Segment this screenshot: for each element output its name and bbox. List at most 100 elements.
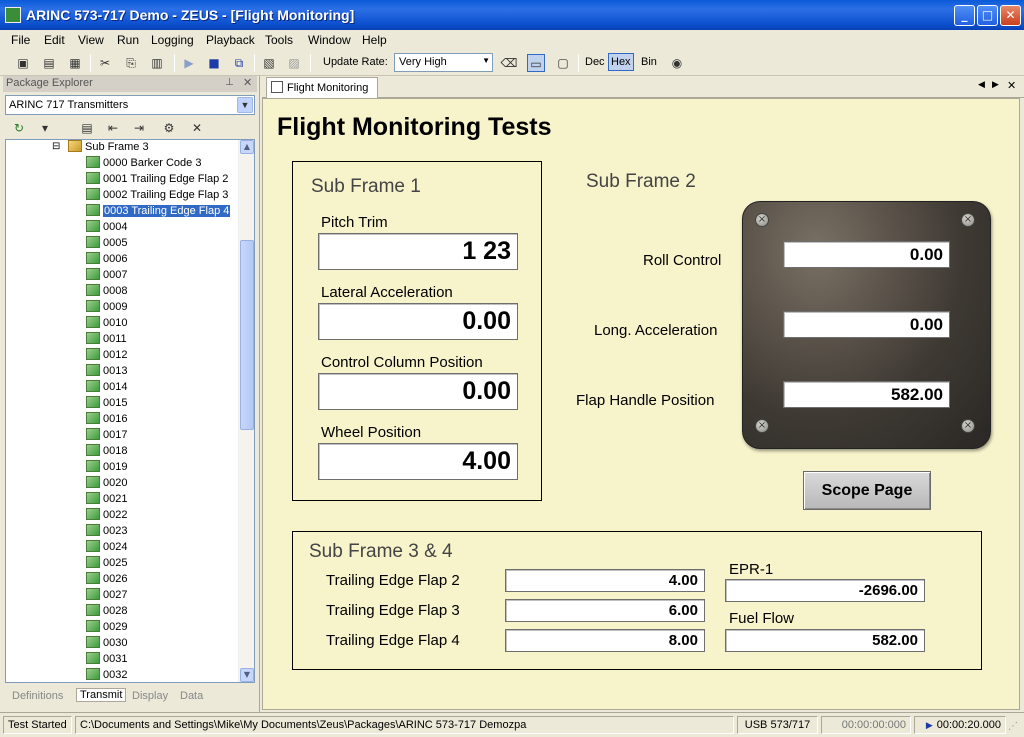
- menu-window[interactable]: Window: [308, 33, 351, 47]
- tree-item[interactable]: 0031: [86, 652, 127, 667]
- menu-tools[interactable]: Tools: [265, 33, 293, 47]
- filter-icon[interactable]: ▾: [36, 119, 54, 137]
- camera-icon[interactable]: ◉: [668, 54, 686, 72]
- refresh-icon[interactable]: ↻: [10, 119, 28, 137]
- properties-icon[interactable]: ▤: [78, 119, 96, 137]
- hex-button[interactable]: Hex: [608, 53, 634, 71]
- menu-view[interactable]: View: [78, 33, 104, 47]
- tree-item[interactable]: 0012: [86, 348, 127, 363]
- transmitter-select-value: ARINC 717 Transmitters: [9, 99, 129, 111]
- control-column-position-value: 0.00: [318, 373, 518, 410]
- tree-item[interactable]: 0029: [86, 620, 127, 635]
- long-acceleration-value: 0.00: [783, 311, 950, 338]
- close-button[interactable]: ✕: [1000, 5, 1021, 26]
- tree-node-sub-frame-3[interactable]: Sub Frame 3: [68, 140, 149, 155]
- parameter-icon: [86, 668, 100, 680]
- step-icon[interactable]: ⧉: [230, 54, 248, 72]
- document-copy-icon[interactable]: ▨: [285, 54, 303, 72]
- scroll-up-icon[interactable]: ▲: [240, 140, 254, 154]
- tree-item[interactable]: 0001 Trailing Edge Flap 2: [86, 172, 228, 187]
- tree-item[interactable]: 0023: [86, 524, 127, 539]
- stop-icon[interactable]: ■: [205, 54, 223, 72]
- tab-definitions[interactable]: Definitions: [12, 690, 63, 702]
- open-folder-icon[interactable]: ▤: [40, 54, 58, 72]
- status-device: USB 573/717: [737, 716, 818, 734]
- tree-item[interactable]: 0014: [86, 380, 127, 395]
- tree-item[interactable]: 0025: [86, 556, 127, 571]
- window-view-icon[interactable]: ▢: [554, 54, 572, 72]
- eraser-icon[interactable]: ⌫: [500, 54, 518, 72]
- tree-item[interactable]: 0024: [86, 540, 127, 555]
- scrollbar-thumb[interactable]: [240, 240, 254, 430]
- tree-item[interactable]: 0020: [86, 476, 127, 491]
- tree-item[interactable]: 0030: [86, 636, 127, 651]
- copy-icon[interactable]: ⎘: [122, 54, 140, 72]
- tree-item[interactable]: 0002 Trailing Edge Flap 3: [86, 188, 228, 203]
- tree-item[interactable]: 0003 Trailing Edge Flap 4: [86, 204, 231, 219]
- tree-item[interactable]: 0027: [86, 588, 127, 603]
- menu-help[interactable]: Help: [362, 33, 387, 47]
- export-icon[interactable]: ⇥: [130, 119, 148, 137]
- import-icon[interactable]: ⇤: [104, 119, 122, 137]
- tree-item[interactable]: 0026: [86, 572, 127, 587]
- play-icon[interactable]: ▶: [180, 54, 198, 72]
- menu-edit[interactable]: Edit: [44, 33, 65, 47]
- status-bar: Test Started C:\Documents and Settings\M…: [0, 712, 1024, 737]
- tree-item[interactable]: 0028: [86, 604, 127, 619]
- collapse-icon[interactable]: ⊟: [52, 141, 60, 152]
- tab-display[interactable]: Display: [132, 690, 168, 702]
- tree-item[interactable]: 0021: [86, 492, 127, 507]
- document-icon[interactable]: ▧: [260, 54, 278, 72]
- tree-item[interactable]: 0017: [86, 428, 127, 443]
- doc-close-icon[interactable]: ✕: [1007, 79, 1016, 92]
- parameter-icon: [86, 316, 100, 328]
- tree-item[interactable]: 0018: [86, 444, 127, 459]
- settings-icon[interactable]: ⚙: [160, 119, 178, 137]
- tree-item[interactable]: 0006: [86, 252, 127, 267]
- tree-item[interactable]: 0000 Barker Code 3: [86, 156, 201, 171]
- minimize-button[interactable]: _: [954, 5, 975, 26]
- tab-transmit[interactable]: Transmit: [76, 688, 127, 702]
- tree-item[interactable]: 0008: [86, 284, 127, 299]
- tab-scroll-right-icon[interactable]: ▶: [992, 80, 999, 90]
- maximize-button[interactable]: □: [977, 5, 998, 26]
- menu-playback[interactable]: Playback: [206, 33, 255, 47]
- tab-data[interactable]: Data: [180, 690, 203, 702]
- panel-view-icon[interactable]: ▭: [527, 54, 545, 72]
- scope-page-button[interactable]: Scope Page: [803, 471, 931, 510]
- tab-flight-monitoring[interactable]: Flight Monitoring: [266, 77, 378, 98]
- delete-icon[interactable]: ✕: [188, 119, 206, 137]
- resize-grip-icon[interactable]: ⋰: [1008, 721, 1018, 732]
- cut-icon[interactable]: ✂: [96, 54, 114, 72]
- tree-item[interactable]: 0016: [86, 412, 127, 427]
- tree-item[interactable]: 0010: [86, 316, 127, 331]
- parameter-icon: [86, 652, 100, 664]
- tree-item[interactable]: 0005: [86, 236, 127, 251]
- paste-icon[interactable]: ▥: [148, 54, 166, 72]
- new-package-icon[interactable]: ▣: [14, 54, 32, 72]
- tree-scrollbar[interactable]: ▲ ▼: [238, 140, 254, 682]
- bin-button[interactable]: Bin: [641, 56, 657, 68]
- scroll-down-icon[interactable]: ▼: [240, 668, 254, 682]
- dec-button[interactable]: Dec: [585, 56, 605, 68]
- menu-run[interactable]: Run: [117, 33, 139, 47]
- tree-view[interactable]: ⊟ Sub Frame 3 0000 Barker Code 3 0001 Tra…: [5, 139, 255, 683]
- tree-item[interactable]: 0013: [86, 364, 127, 379]
- tree-item[interactable]: 0032: [86, 668, 127, 682]
- tree-item[interactable]: 0009: [86, 300, 127, 315]
- tree-item[interactable]: 0007: [86, 268, 127, 283]
- transmitter-select[interactable]: ARINC 717 Transmitters ▼: [5, 95, 255, 115]
- pin-icon[interactable]: ⊥: [225, 77, 234, 88]
- tree-item[interactable]: 0011: [86, 332, 127, 347]
- tab-scroll-left-icon[interactable]: ◀: [978, 80, 985, 90]
- panel-close-icon[interactable]: ✕: [243, 76, 252, 89]
- menu-file[interactable]: File: [11, 33, 30, 47]
- status-time-elapsed: 00:00:00:000: [821, 716, 911, 734]
- save-icon[interactable]: ▦: [66, 54, 84, 72]
- tree-item[interactable]: 0004: [86, 220, 127, 235]
- tree-item[interactable]: 0022: [86, 508, 127, 523]
- tree-item[interactable]: 0019: [86, 460, 127, 475]
- menu-logging[interactable]: Logging: [151, 33, 194, 47]
- tree-item[interactable]: 0015: [86, 396, 127, 411]
- update-rate-select[interactable]: Very High ▼: [394, 53, 493, 72]
